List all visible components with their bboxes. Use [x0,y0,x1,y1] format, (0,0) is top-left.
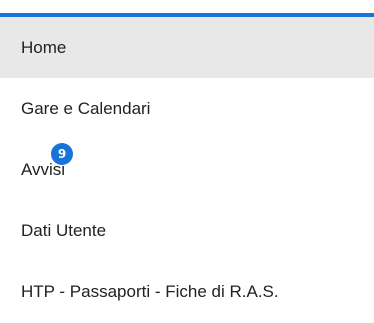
menu-item-dati-utente[interactable]: Dati Utente [0,200,374,261]
menu-item-label: Home [21,37,67,57]
menu-item-gare-e-calendari[interactable]: Gare e Calendari [0,78,374,139]
menu-item-htp-passaporti[interactable]: HTP - Passaporti - Fiche di R.A.S. [0,261,374,322]
notification-badge: 9 [51,142,73,165]
navigation-menu: Home Gare e Calendari Avvisi 9 Dati Uten… [0,17,374,322]
menu-item-label: Dati Utente [21,220,107,240]
menu-item-home[interactable]: Home [0,17,374,78]
menu-item-avvisi[interactable]: Avvisi 9 [0,139,374,200]
menu-item-label: HTP - Passaporti - Fiche di R.A.S. [21,281,279,301]
menu-item-label: Gare e Calendari [21,98,151,118]
